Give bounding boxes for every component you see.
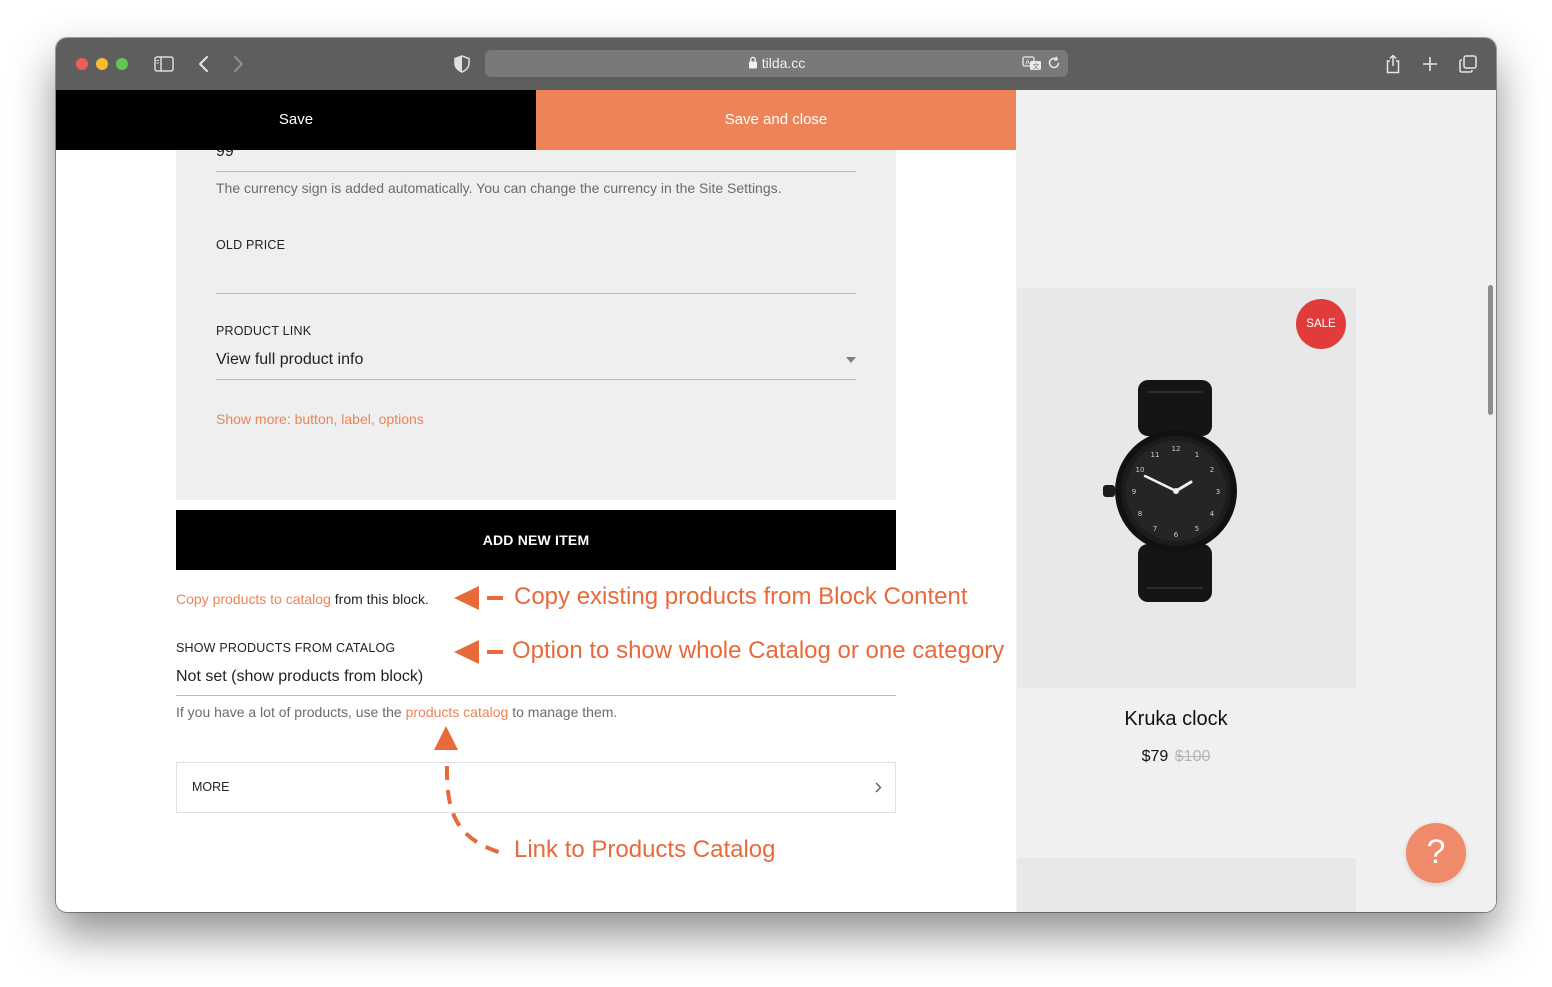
svg-text:10: 10 [1136, 466, 1145, 474]
product-link-label: PRODUCT LINK [216, 324, 312, 338]
chevron-right-icon [875, 782, 882, 793]
catalog-underline [176, 695, 896, 696]
watch-image: 1212 345 678 91011 [1103, 380, 1237, 602]
old-price-label: OLD PRICE [216, 238, 286, 252]
old-price-input[interactable] [216, 266, 856, 290]
minimize-window-button[interactable] [96, 58, 108, 70]
annotation-option: Option to show whole Catalog or one cate… [512, 637, 1005, 664]
more-section[interactable]: MORE [176, 762, 896, 813]
product-price: $79 [1141, 748, 1169, 765]
catalog-hint-prefix: If you have a lot of products, use the [176, 704, 406, 720]
old-price-underline [216, 293, 856, 294]
forward-arrow-icon[interactable] [226, 52, 250, 76]
svg-text:1: 1 [1195, 451, 1199, 459]
add-new-item-button[interactable]: ADD NEW ITEM [176, 510, 896, 570]
svg-text:5: 5 [1195, 525, 1199, 533]
products-catalog-link[interactable]: products catalog [406, 704, 509, 720]
svg-text:A: A [1025, 58, 1030, 66]
catalog-hint-suffix: to manage them. [508, 704, 618, 720]
copy-products-link[interactable]: Copy products to catalog [176, 591, 331, 607]
shield-icon[interactable] [450, 52, 474, 76]
product-old-price: $100 [1174, 748, 1211, 765]
copy-products-text: from this block. [330, 591, 429, 607]
svg-text:11: 11 [1151, 451, 1160, 459]
more-label: MORE [192, 780, 230, 794]
sidebar-icon[interactable] [152, 52, 176, 76]
product-link-select[interactable]: View full product info [216, 348, 856, 378]
catalog-select[interactable]: Not set (show products from block) [176, 665, 896, 691]
svg-text:6: 6 [1174, 531, 1179, 539]
svg-text:12: 12 [1172, 445, 1181, 453]
translate-icon[interactable]: A文 [1022, 55, 1042, 76]
catalog-label: SHOW PRODUCTS FROM CATALOG [176, 641, 396, 655]
save-button[interactable]: Save [56, 90, 536, 150]
reload-icon[interactable] [1047, 56, 1061, 75]
back-arrow-icon[interactable] [192, 52, 216, 76]
next-product-card[interactable] [1017, 858, 1356, 912]
product-link-underline [216, 379, 856, 380]
scrollbar-thumb[interactable] [1488, 285, 1493, 415]
browser-toolbar: tilda.cc A文 [56, 38, 1496, 90]
svg-text:8: 8 [1138, 510, 1142, 518]
lock-icon [748, 56, 757, 69]
product-card[interactable]: 12 1 2 345 678 9 10 11 [1017, 288, 1356, 688]
svg-text:9: 9 [1132, 488, 1136, 496]
url-text: tilda.cc [761, 55, 806, 71]
svg-text:4: 4 [1210, 510, 1215, 518]
sale-badge: SALE [1296, 299, 1346, 349]
svg-text:3: 3 [1216, 488, 1220, 496]
price-underline [216, 171, 856, 172]
annotation-link: Link to Products Catalog [514, 836, 776, 863]
show-more-link[interactable]: Show more: button, label, options [216, 411, 424, 427]
browser-window: tilda.cc A文 12 1 2 3 4 5 6 7 8 9 10 11 S… [56, 38, 1496, 912]
svg-text:文: 文 [1033, 61, 1040, 70]
dropdown-arrow-icon [846, 357, 856, 363]
tabs-icon[interactable] [1456, 52, 1480, 76]
product-link-value: View full product info [216, 351, 364, 368]
plus-icon[interactable] [1418, 52, 1442, 76]
svg-text:2: 2 [1210, 466, 1214, 474]
zoom-window-button[interactable] [116, 58, 128, 70]
help-button[interactable]: ? [1406, 823, 1466, 883]
product-name[interactable]: Kruka clock [1017, 708, 1335, 731]
address-bar[interactable]: tilda.cc A文 [485, 50, 1068, 77]
share-icon[interactable] [1381, 52, 1405, 76]
copy-products-line: Copy products to catalog from this block… [176, 591, 429, 607]
save-and-close-button[interactable]: Save and close [536, 90, 1016, 150]
catalog-hint: If you have a lot of products, use the p… [176, 704, 617, 720]
url-display: tilda.cc [485, 50, 1068, 77]
svg-text:7: 7 [1153, 525, 1157, 533]
product-prices: $79 $100 [1017, 748, 1335, 766]
page-content: 12 1 2 345 678 9 10 11 SALE Kruka clock $79 … [56, 90, 1496, 912]
currency-hint: The currency sign is added automatically… [216, 180, 782, 196]
annotation-copy: Copy existing products from Block Conten… [514, 583, 968, 610]
close-window-button[interactable] [76, 58, 88, 70]
